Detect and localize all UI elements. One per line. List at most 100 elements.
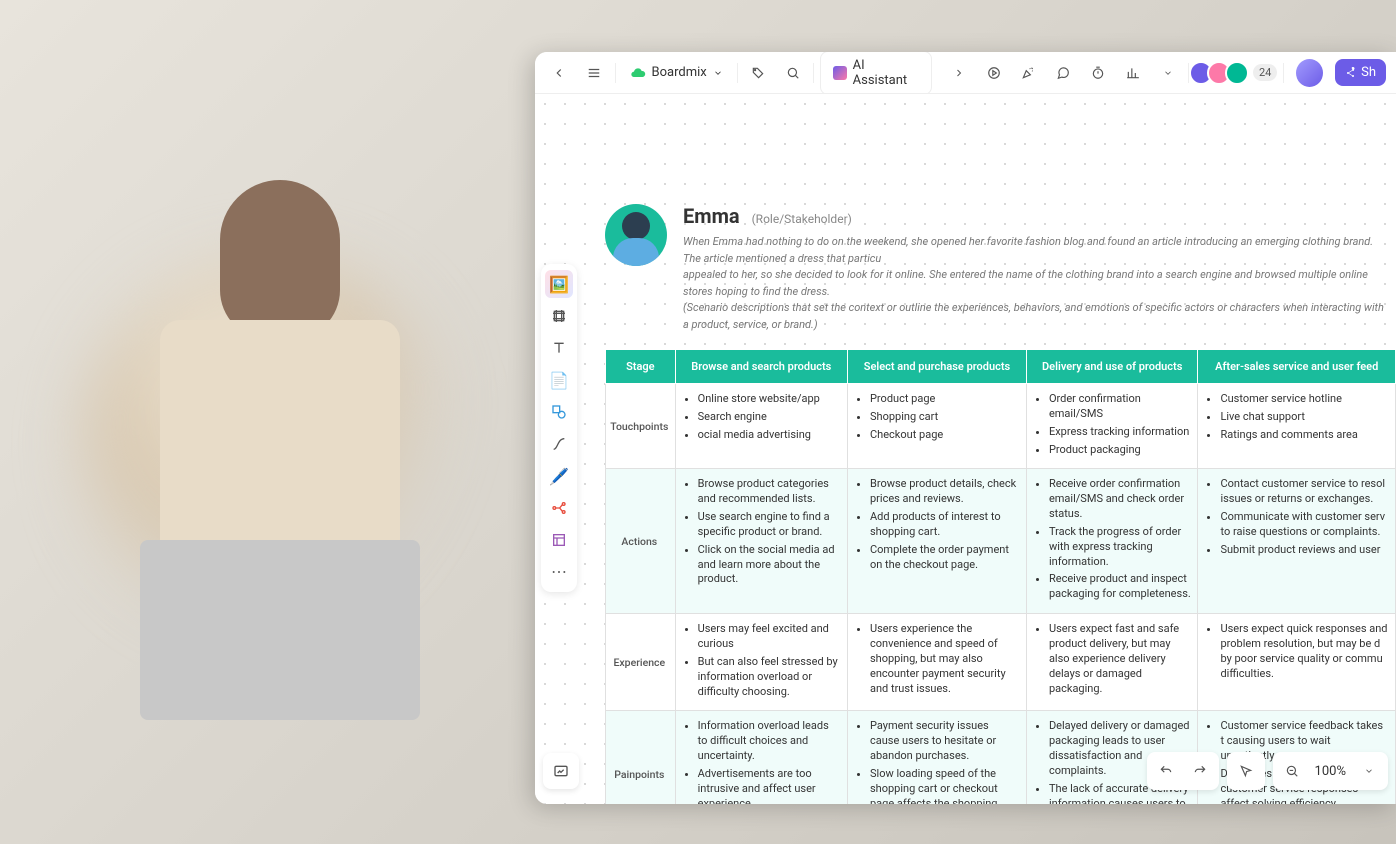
menu-button[interactable] <box>580 58 609 88</box>
journey-item: Product packaging <box>1049 443 1192 458</box>
connector-tool[interactable] <box>545 430 573 458</box>
journey-item: Express tracking information <box>1049 425 1192 440</box>
journey-item: Advertisements are too intrusive and aff… <box>698 767 841 804</box>
timer-button[interactable] <box>1084 58 1113 88</box>
journey-cell: Customer service hotline Live chat suppor… <box>1198 384 1396 469</box>
journey-item: Users expect fast and safe product deliv… <box>1049 622 1192 696</box>
sticky-note-tool[interactable]: 📄 <box>545 366 573 394</box>
journey-cell: Contact customer service to resol issues… <box>1198 469 1396 614</box>
present-button[interactable] <box>979 58 1008 88</box>
journey-item: Ratings and comments area <box>1220 428 1389 443</box>
journey-item: Slow loading speed of the shopping cart … <box>870 767 1020 804</box>
zoom-level[interactable]: 100% <box>1311 764 1350 779</box>
persona-card: Emma (Role/Stakeholder) When Emma had no… <box>605 204 1396 804</box>
journey-item: Add products of interest to shopping car… <box>870 510 1020 540</box>
tag-button[interactable] <box>744 58 773 88</box>
journey-item: Customer service hotline <box>1220 392 1389 407</box>
journey-item: Complete the order payment on the checko… <box>870 543 1020 573</box>
persona-avatar <box>605 204 667 266</box>
journey-item: But can also feel stressed by informatio… <box>698 655 841 700</box>
journey-cell: Users may feel excited and curiousBut ca… <box>675 614 847 711</box>
journey-item: Order confirmation email/SMS <box>1049 392 1192 422</box>
journey-header: Browse and search products <box>675 350 847 384</box>
zoom-dropdown[interactable] <box>1354 756 1384 786</box>
persona-role: (Role/Stakeholder) <box>752 212 852 226</box>
journey-header: Delivery and use of products <box>1026 350 1198 384</box>
ai-logo-icon <box>833 66 846 80</box>
file-name: Boardmix <box>652 65 707 80</box>
minimap-button[interactable] <box>543 753 579 789</box>
journey-cell: Online store website/appSearch engineoci… <box>675 384 847 469</box>
journey-item: Live chat support <box>1220 410 1389 425</box>
top-toolbar: Boardmix AI Assistant 24 Sh <box>535 52 1396 94</box>
journey-header: Select and purchase products <box>847 350 1026 384</box>
search-button[interactable] <box>779 58 808 88</box>
journey-map-table: StageBrowse and search productsSelect an… <box>605 349 1396 804</box>
celebrate-button[interactable] <box>1014 58 1043 88</box>
back-button[interactable] <box>545 58 574 88</box>
pen-tool[interactable]: 🖊️ <box>545 462 573 490</box>
person-illustration <box>120 180 440 680</box>
more-tools[interactable] <box>545 558 573 586</box>
journey-item: Contact customer service to resol issues… <box>1220 477 1389 507</box>
journey-item: Users experience the convenience and spe… <box>870 622 1020 696</box>
journey-item: Communicate with customer serv to raise … <box>1220 510 1389 540</box>
journey-item: Information overload leads to difficult … <box>698 719 841 764</box>
journey-cell: Browse product details, check prices and… <box>847 469 1026 614</box>
collaborator-count: 24 <box>1253 64 1277 81</box>
journey-item: Users may feel excited and curious <box>698 622 841 652</box>
journey-row-label: Painpoints <box>606 711 676 804</box>
journey-item: Receive product and inspect packaging fo… <box>1049 572 1192 602</box>
journey-cell: Receive order confirmation email/SMS and… <box>1026 469 1198 614</box>
journey-item: Browse product details, check prices and… <box>870 477 1020 507</box>
collaborator-avatars[interactable]: 24 <box>1195 61 1277 85</box>
journey-cell: Users expect fast and safe product deliv… <box>1026 614 1198 711</box>
journey-item: Receive order confirmation email/SMS and… <box>1049 477 1192 522</box>
journey-cell: Browse product categories and recommende… <box>675 469 847 614</box>
journey-cell: Payment security issues cause users to h… <box>847 711 1026 804</box>
journey-cell: Information overload leads to difficult … <box>675 711 847 804</box>
cursor-mode-button[interactable] <box>1231 756 1261 786</box>
avatar <box>1225 61 1249 85</box>
play-expand-button[interactable] <box>944 58 973 88</box>
template-tool[interactable] <box>545 526 573 554</box>
journey-row-label: Actions <box>606 469 676 614</box>
text-tool[interactable] <box>545 334 573 362</box>
file-name-chip[interactable]: Boardmix <box>622 61 731 85</box>
shape-tool[interactable] <box>545 398 573 426</box>
select-tool[interactable]: 🖼️ <box>545 270 573 298</box>
share-label: Sh <box>1361 65 1376 80</box>
zoom-out-button[interactable] <box>1277 756 1307 786</box>
journey-item: ocial media advertising <box>698 428 841 443</box>
journey-item: Shopping cart <box>870 410 1020 425</box>
persona-description: When Emma had nothing to do on the weeke… <box>683 234 1386 333</box>
chevron-down-icon <box>713 68 723 78</box>
journey-cell: Product pageShopping cartCheckout page <box>847 384 1026 469</box>
mindmap-tool[interactable] <box>545 494 573 522</box>
app-window: Boardmix AI Assistant 24 Sh <box>535 52 1396 804</box>
redo-button[interactable] <box>1185 756 1215 786</box>
share-button[interactable]: Sh <box>1335 59 1386 86</box>
cloud-icon <box>630 65 646 81</box>
canvas[interactable]: 🖼️ 📄 🖊️ Emma (Role/Stakeholder) When Emm… <box>535 94 1396 804</box>
persona-name: Emma <box>683 204 740 228</box>
journey-item: Browse product categories and recommende… <box>698 477 841 507</box>
comment-button[interactable] <box>1049 58 1078 88</box>
share-icon <box>1345 67 1357 79</box>
journey-item: Online store website/app <box>698 392 841 407</box>
journey-item: Click on the social media ad and learn m… <box>698 543 841 588</box>
chart-button[interactable] <box>1118 58 1147 88</box>
journey-header: After-sales service and user feed <box>1198 350 1396 384</box>
frame-tool[interactable] <box>545 302 573 330</box>
journey-item: Payment security issues cause users to h… <box>870 719 1020 764</box>
ai-assistant-button[interactable]: AI Assistant <box>820 52 932 95</box>
journey-item: Track the progress of order with express… <box>1049 525 1192 570</box>
journey-item: Product page <box>870 392 1020 407</box>
journey-cell: Users experience the convenience and spe… <box>847 614 1026 711</box>
journey-item: Submit product reviews and user <box>1220 543 1389 558</box>
current-user-avatar[interactable] <box>1296 59 1323 87</box>
journey-cell: Users expect quick responses and problem… <box>1198 614 1396 711</box>
more-tools-button[interactable] <box>1153 58 1182 88</box>
left-toolbar: 🖼️ 📄 🖊️ <box>541 264 577 592</box>
undo-button[interactable] <box>1151 756 1181 786</box>
